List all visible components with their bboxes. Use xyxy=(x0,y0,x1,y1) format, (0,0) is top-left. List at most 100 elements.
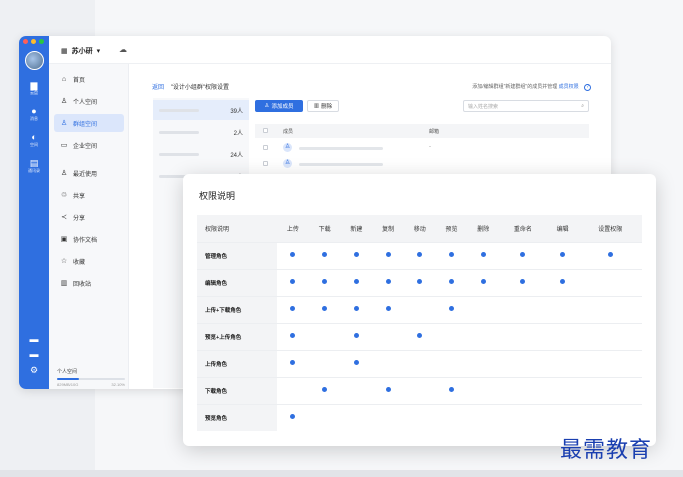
role-name: 下载角色 xyxy=(197,376,277,404)
email-column-header: 邮箱 xyxy=(429,129,440,135)
rail-contacts-icon: ▤ xyxy=(29,158,39,168)
row-checkbox[interactable] xyxy=(263,161,268,166)
nav-group-space-icon: ♙ xyxy=(60,120,68,127)
team-switcher[interactable]: ▦ 苏小研 ▾ xyxy=(61,46,100,56)
member-permission-link[interactable]: 成员权限 xyxy=(559,84,579,90)
nav-home-icon: ⌂ xyxy=(61,75,67,83)
permission-granted-dot xyxy=(322,279,328,284)
permission-cell xyxy=(372,295,404,323)
permission-cell xyxy=(277,241,309,269)
rail-space-icon: ◐ xyxy=(31,132,37,142)
nav-collab-docs-icon: ▣ xyxy=(60,236,68,243)
rail-messages-icon: ● xyxy=(31,106,37,116)
search-input[interactable]: 输入姓名搜索 ⌕ xyxy=(463,100,589,112)
rail-cloud-disk-icon: ▆ xyxy=(30,80,38,90)
search-icon: ⌕ xyxy=(581,103,584,109)
nav-recent[interactable]: ♙ 最近使用 xyxy=(54,164,124,182)
group-name-placeholder xyxy=(159,152,199,156)
permission-cell xyxy=(372,349,404,377)
permission-column-header: 上传 xyxy=(277,215,309,242)
nav-personal-space[interactable]: ♙ 个人空间 xyxy=(54,92,124,110)
window-controls xyxy=(23,39,44,44)
cloud-sync-icon[interactable]: ☁ xyxy=(119,45,127,54)
permission-cell xyxy=(467,322,500,350)
permission-cell xyxy=(340,349,373,377)
group-item[interactable]: 2人 xyxy=(153,122,249,142)
permission-granted-dot xyxy=(449,252,455,257)
table-row: 上传角色 xyxy=(197,349,642,377)
permission-cell xyxy=(499,349,547,377)
permission-cell xyxy=(546,295,579,323)
add-member-button[interactable]: ♙ 添加成员 xyxy=(255,100,303,112)
nav-group-space-label: 群组空间 xyxy=(73,121,98,128)
app-grid-icon[interactable]: ▬ xyxy=(19,334,49,344)
permission-granted-dot xyxy=(449,279,455,284)
permission-cell xyxy=(403,268,436,296)
rail-cloud-disk[interactable]: ▆ 云盘 xyxy=(19,80,49,96)
rail-contacts[interactable]: ▤ 通讯录 xyxy=(19,158,49,174)
nav-recent-icon: ♙ xyxy=(60,170,68,177)
nav-share[interactable]: ≺ 分享 xyxy=(54,208,124,226)
nav-shared-icon: ♲ xyxy=(60,192,68,199)
nav-recent-label: 最近使用 xyxy=(73,171,98,178)
rail-space[interactable]: ◐ 空间 xyxy=(19,132,49,148)
permission-cell xyxy=(308,295,341,323)
permission-column-header: 设置权限 xyxy=(578,215,642,242)
minimize-dot[interactable] xyxy=(31,39,36,44)
permission-cell xyxy=(546,268,579,296)
group-item[interactable]: 24人 xyxy=(153,144,249,164)
permission-cell xyxy=(403,376,436,404)
nav-enterprise-space-label: 企业空间 xyxy=(73,143,98,150)
nav-favorites[interactable]: ☆ 收藏 xyxy=(54,252,124,270)
permission-column-header: 删除 xyxy=(467,215,500,242)
permission-cell xyxy=(546,376,579,404)
select-all-checkbox[interactable] xyxy=(263,128,268,133)
close-dot[interactable] xyxy=(23,39,28,44)
table-row[interactable]: ♙ xyxy=(255,156,589,172)
permission-cell xyxy=(499,376,547,404)
rail-messages-label: 消息 xyxy=(30,116,38,121)
table-row: 上传+下载角色 xyxy=(197,295,642,323)
nav-group-space[interactable]: ♙ 群组空间 xyxy=(54,114,124,132)
settings-icon[interactable]: ⚙ xyxy=(19,365,49,376)
nav-share-icon: ≺ xyxy=(61,214,67,221)
permission-cell xyxy=(308,403,341,431)
rail-space-label: 空间 xyxy=(30,142,38,147)
permission-cell xyxy=(435,295,468,323)
add-member-label: 添加成员 xyxy=(271,104,294,110)
nav-home[interactable]: ⌂ 首页 xyxy=(54,70,124,88)
nav-collab-docs[interactable]: ▣ 协作文档 xyxy=(54,230,124,248)
role-name: 管理角色 xyxy=(197,241,277,269)
rail-contacts-label: 通讯录 xyxy=(28,168,40,173)
layout-icon[interactable]: ▬ xyxy=(19,349,49,359)
permission-granted-dot xyxy=(385,306,391,311)
search-placeholder: 输入姓名搜索 xyxy=(468,103,499,110)
permission-cell xyxy=(372,268,404,296)
permission-granted-dot xyxy=(520,252,526,257)
avatar[interactable] xyxy=(25,51,44,70)
maximize-dot[interactable] xyxy=(39,39,44,44)
back-link[interactable]: 返回 xyxy=(152,85,164,91)
group-item[interactable]: 39人 xyxy=(153,100,249,120)
storage-percent: 32.10% xyxy=(111,382,125,387)
permission-cell xyxy=(277,349,309,377)
permission-granted-dot xyxy=(290,306,296,311)
dialog-title: 权限说明 xyxy=(199,191,236,201)
row-checkbox[interactable] xyxy=(263,145,268,150)
role-name: 上传+下载角色 xyxy=(197,295,277,323)
rail-messages[interactable]: ● 消息 xyxy=(19,106,49,122)
help-icon[interactable]: ? xyxy=(584,84,591,91)
nav-recycle-bin[interactable]: ▥ 回收站 xyxy=(54,274,124,292)
permission-cell xyxy=(499,268,547,296)
delete-button[interactable]: ▥ 删除 xyxy=(307,100,339,112)
nav-share-label: 分享 xyxy=(73,215,86,222)
nav-enterprise-space[interactable]: ▭ 企业空间 xyxy=(54,136,124,154)
permission-cell xyxy=(403,349,436,377)
member-name-placeholder xyxy=(299,163,383,166)
member-email: - xyxy=(429,144,431,150)
permission-granted-dot xyxy=(385,279,391,284)
permission-column-header: 移动 xyxy=(403,215,436,242)
permission-cell xyxy=(372,322,404,350)
nav-shared[interactable]: ♲ 共享 xyxy=(54,186,124,204)
table-row[interactable]: ♙ - xyxy=(255,140,589,156)
